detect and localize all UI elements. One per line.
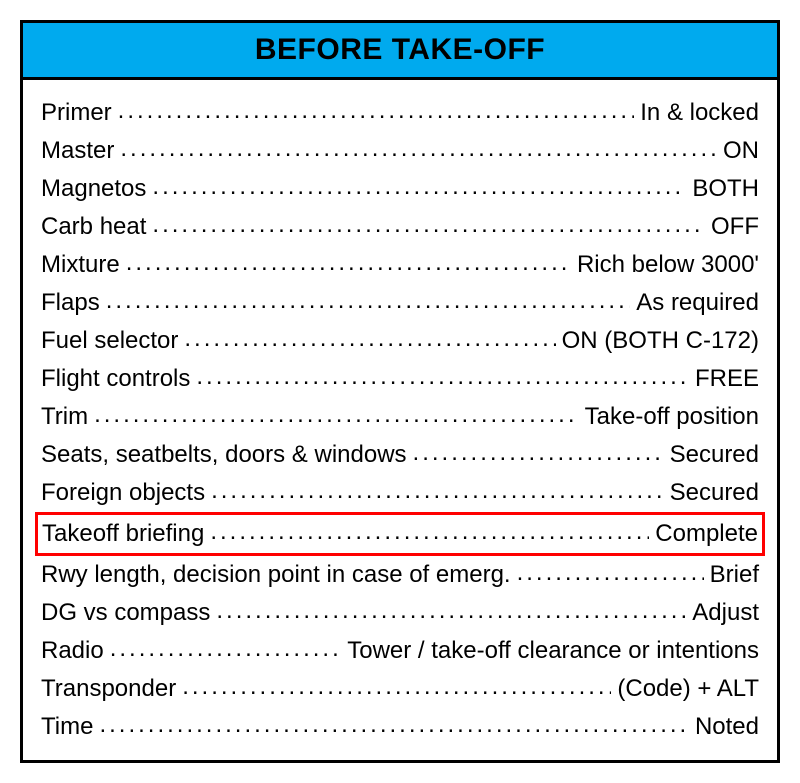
checklist-row: DG vs compass...........................…	[39, 594, 761, 632]
item-label: Time	[41, 709, 99, 745]
checklist-row: Mixture.................................…	[39, 246, 761, 284]
checklist-row: Transponder.............................…	[39, 670, 761, 708]
checklist-header: BEFORE TAKE-OFF	[23, 23, 777, 80]
item-label: Trim	[41, 399, 94, 435]
leader-dots: ........................................…	[94, 397, 579, 433]
item-value: FREE	[689, 361, 759, 397]
leader-dots: ........................................…	[211, 473, 664, 509]
item-label: Master	[41, 133, 120, 169]
item-value: Take-off position	[579, 399, 759, 435]
checklist-title: BEFORE TAKE-OFF	[23, 33, 777, 67]
leader-dots: ........................................…	[126, 245, 571, 281]
item-value: Secured	[664, 437, 759, 473]
leader-dots: ........................................…	[120, 131, 717, 167]
leader-dots: ........................................…	[110, 631, 342, 667]
leader-dots: ........................................…	[118, 93, 635, 129]
leader-dots: ........................................…	[517, 555, 704, 591]
checklist-row: Flaps...................................…	[39, 284, 761, 322]
leader-dots: ........................................…	[196, 359, 689, 395]
item-label: Mixture	[41, 247, 126, 283]
item-value: (Code) + ALT	[611, 671, 759, 707]
item-label: Takeoff briefing	[42, 516, 210, 552]
checklist-card: BEFORE TAKE-OFF Primer..................…	[20, 20, 780, 763]
item-value: Noted	[689, 709, 759, 745]
leader-dots: ........................................…	[182, 669, 611, 705]
leader-dots: ........................................…	[184, 321, 555, 357]
checklist-body: Primer..................................…	[23, 80, 777, 760]
checklist-row: Fuel selector...........................…	[39, 322, 761, 360]
checklist-row: Foreign objects.........................…	[39, 474, 761, 512]
checklist-row: Magnetos................................…	[39, 170, 761, 208]
item-label: Seats, seatbelts, doors & windows	[41, 437, 413, 473]
item-label: Rwy length, decision point in case of em…	[41, 557, 517, 593]
item-value: ON (BOTH C-172)	[556, 323, 759, 359]
checklist-row: Flight controls.........................…	[39, 360, 761, 398]
leader-dots: ........................................…	[210, 514, 649, 550]
item-value: Brief	[704, 557, 759, 593]
leader-dots: ........................................…	[152, 169, 686, 205]
item-label: Flaps	[41, 285, 106, 321]
item-label: Transponder	[41, 671, 182, 707]
checklist-row: Carb heat...............................…	[39, 208, 761, 246]
item-value: Secured	[664, 475, 759, 511]
checklist-row: Rwy length, decision point in case of em…	[39, 556, 761, 594]
item-value: Tower / take-off clearance or intentions	[341, 633, 759, 669]
checklist-row: Primer..................................…	[39, 94, 761, 132]
checklist-row: Master..................................…	[39, 132, 761, 170]
leader-dots: ........................................…	[216, 593, 686, 629]
checklist-row: Time....................................…	[39, 708, 761, 746]
item-value: In & locked	[634, 95, 759, 131]
item-label: Flight controls	[41, 361, 196, 397]
item-label: Foreign objects	[41, 475, 211, 511]
leader-dots: ........................................…	[99, 707, 689, 743]
item-label: Carb heat	[41, 209, 152, 245]
leader-dots: ........................................…	[106, 283, 631, 319]
item-value: Complete	[649, 516, 758, 552]
leader-dots: ........................................…	[152, 207, 705, 243]
item-value: As required	[630, 285, 759, 321]
item-label: Fuel selector	[41, 323, 184, 359]
checklist-row: Takeoff briefing........................…	[35, 512, 765, 556]
item-value: OFF	[705, 209, 759, 245]
item-value: Adjust	[686, 595, 759, 631]
leader-dots: ........................................…	[413, 435, 664, 471]
item-value: Rich below 3000'	[571, 247, 759, 283]
item-label: Magnetos	[41, 171, 152, 207]
item-label: Primer	[41, 95, 118, 131]
item-label: DG vs compass	[41, 595, 216, 631]
item-value: ON	[717, 133, 759, 169]
checklist-row: Seats, seatbelts, doors & windows.......…	[39, 436, 761, 474]
item-label: Radio	[41, 633, 110, 669]
checklist-row: Trim....................................…	[39, 398, 761, 436]
item-value: BOTH	[686, 171, 759, 207]
checklist-row: Radio...................................…	[39, 632, 761, 670]
